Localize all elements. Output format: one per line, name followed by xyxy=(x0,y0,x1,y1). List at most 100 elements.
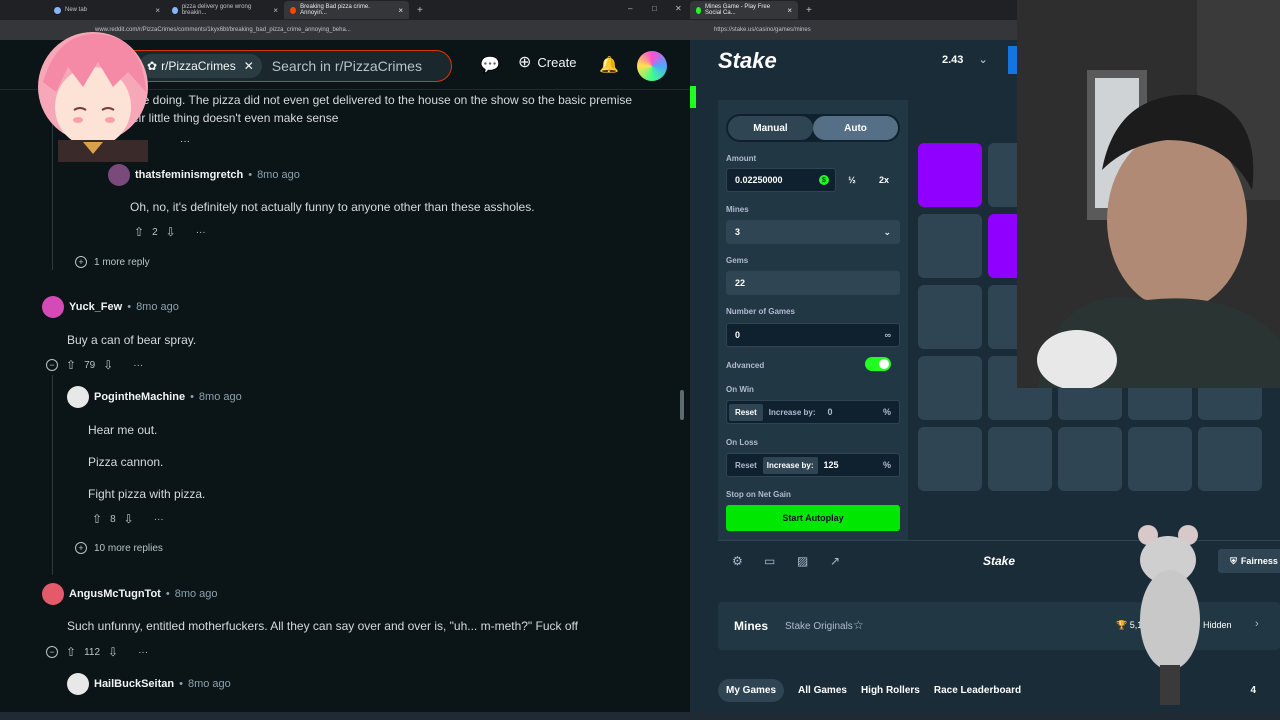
scrollbar-thumb[interactable] xyxy=(680,390,684,420)
reddit-favicon-icon xyxy=(290,6,297,14)
comment-author[interactable]: thatsfeminismgretch • 8mo ago xyxy=(108,164,300,186)
settings-icon[interactable]: ⚙ xyxy=(732,554,743,568)
upvote-icon[interactable]: ⇧ xyxy=(66,358,76,372)
tile[interactable] xyxy=(1058,427,1122,491)
on-loss-increase-button[interactable]: Increase by: xyxy=(762,456,818,474)
on-win-input[interactable]: 0 xyxy=(828,407,833,417)
popout-icon[interactable]: ↗ xyxy=(830,554,840,568)
game-subtitle[interactable]: Stake Originals xyxy=(785,621,853,632)
star-icon[interactable]: ☆ xyxy=(853,618,864,632)
new-tab-icon[interactable]: + xyxy=(417,5,423,16)
advanced-toggle[interactable] xyxy=(865,357,891,371)
stake-logo[interactable]: Stake xyxy=(718,48,777,74)
close-icon[interactable]: × xyxy=(779,6,792,15)
theatre-mode-icon[interactable]: ▭ xyxy=(764,554,775,568)
balance-display[interactable]: 2.43 ⌄ xyxy=(942,53,988,66)
minimize-icon[interactable]: – xyxy=(628,4,632,13)
downvote-icon[interactable]: ⇩ xyxy=(108,645,118,659)
upvote-icon[interactable]: ⇧ xyxy=(134,225,144,239)
new-tab-icon[interactable]: + xyxy=(806,5,812,16)
tab-all-games[interactable]: All Games xyxy=(798,685,847,696)
close-icon[interactable]: × xyxy=(390,6,403,15)
avatar xyxy=(42,583,64,605)
more-replies-link[interactable]: + 10 more replies xyxy=(75,542,163,554)
tile[interactable] xyxy=(918,285,982,349)
chevron-right-icon[interactable]: › xyxy=(1255,618,1259,630)
on-win-increase-button[interactable]: Increase by: xyxy=(769,408,816,417)
avatar xyxy=(42,296,64,318)
tab-high-rollers[interactable]: High Rollers xyxy=(861,685,920,696)
on-loss-row: Reset Increase by: 125 % xyxy=(726,453,900,477)
mode-toggle: Manual Auto xyxy=(726,114,900,142)
reddit-window: New tab × pizza delivery gone wrong break… xyxy=(0,0,690,712)
chat-icon[interactable]: 💬 xyxy=(480,56,500,76)
mines-select[interactable]: 3 ⌄ xyxy=(726,220,900,244)
close-icon[interactable]: × xyxy=(147,6,160,15)
comment-author[interactable]: PogintheMachine • 8mo ago xyxy=(67,386,242,408)
tile[interactable] xyxy=(1198,427,1262,491)
tab-pizza-delivery[interactable]: pizza delivery gone wrong breakin... × xyxy=(166,1,284,19)
comment-author[interactable]: HailBuckSeitan • 8mo ago xyxy=(67,673,231,695)
comment-author[interactable]: Yuck_Few • 8mo ago xyxy=(42,296,179,318)
tile[interactable] xyxy=(918,356,982,420)
tile[interactable] xyxy=(918,427,982,491)
expand-icon: + xyxy=(75,542,87,554)
shield-icon: ⛨ xyxy=(1230,555,1237,566)
amount-input[interactable]: 0.02250000 $ xyxy=(726,168,836,192)
on-loss-reset-button[interactable]: Reset xyxy=(729,457,763,474)
tile[interactable] xyxy=(988,427,1052,491)
percent-icon: % xyxy=(882,407,891,417)
close-icon[interactable]: ✕ xyxy=(244,59,254,73)
collapse-icon[interactable]: − xyxy=(46,646,58,658)
half-button[interactable]: ½ xyxy=(836,168,868,192)
downvote-icon[interactable]: ⇩ xyxy=(103,358,113,372)
user-avatar[interactable] xyxy=(637,51,667,81)
stake-favicon-icon xyxy=(696,6,702,14)
more-options-icon[interactable]: ··· xyxy=(138,647,148,658)
tab-manual[interactable]: Manual xyxy=(728,116,813,140)
more-options-icon[interactable]: ··· xyxy=(180,136,190,147)
tile-gem[interactable] xyxy=(918,143,982,207)
vote-bar: − ⇧ 79 ⇩ ··· xyxy=(46,358,143,372)
taskbar xyxy=(0,712,1280,720)
more-replies-link[interactable]: + 1 more reply xyxy=(75,256,150,268)
comment-author[interactable]: AngusMcTugnTot • 8mo ago xyxy=(42,583,218,605)
number-of-games-input[interactable]: 0 ∞ xyxy=(726,323,900,347)
percent-icon: % xyxy=(882,460,891,470)
on-loss-input[interactable]: 125 xyxy=(824,460,839,470)
stats-chart-icon[interactable]: ▨ xyxy=(797,554,808,568)
collapse-icon[interactable]: − xyxy=(46,359,58,371)
tile[interactable] xyxy=(918,214,982,278)
tab-breaking-bad[interactable]: Breaking Bad pizza crime. Annoyin... × xyxy=(284,1,409,19)
vote-bar: ⇧ 8 ⇩ ··· xyxy=(92,512,164,526)
gems-field: 22 xyxy=(726,271,900,295)
thread-line xyxy=(52,375,53,575)
maximize-icon[interactable]: □ xyxy=(652,4,657,13)
game-title: Mines xyxy=(734,619,769,633)
scrollbar[interactable] xyxy=(680,90,686,690)
amount-label: Amount xyxy=(726,154,757,163)
downvote-icon[interactable]: ⇩ xyxy=(124,512,134,526)
notification-bell-icon[interactable]: 🔔 xyxy=(599,56,619,76)
fairness-button[interactable]: ⛨ Fairness xyxy=(1218,549,1280,573)
tab-mines-game[interactable]: Mines Game - Play Free Social Ca... × xyxy=(690,1,798,19)
comment-text: Such unfunny, entitled motherfuckers. Al… xyxy=(67,619,578,633)
more-options-icon[interactable]: ··· xyxy=(133,360,143,371)
tab-new-tab[interactable]: New tab × xyxy=(48,1,166,19)
stop-on-net-gain-label: Stop on Net Gain xyxy=(726,490,791,499)
on-win-reset-button[interactable]: Reset xyxy=(729,403,763,421)
upvote-icon[interactable]: ⇧ xyxy=(92,512,102,526)
tab-race-leaderboard[interactable]: Race Leaderboard xyxy=(934,685,1021,696)
downvote-icon[interactable]: ⇩ xyxy=(166,225,176,239)
more-options-icon[interactable]: ··· xyxy=(196,227,206,238)
window-close-icon[interactable]: ✕ xyxy=(675,4,682,13)
close-icon[interactable]: × xyxy=(265,6,278,15)
tile[interactable] xyxy=(1128,427,1192,491)
double-button[interactable]: 2x xyxy=(868,168,900,192)
more-options-icon[interactable]: ··· xyxy=(154,514,164,525)
tab-auto[interactable]: Auto xyxy=(813,116,898,140)
upvote-icon[interactable]: ⇧ xyxy=(66,645,76,659)
create-button[interactable]: ⊕ Create xyxy=(518,52,576,72)
tab-my-games[interactable]: My Games xyxy=(718,678,785,702)
start-autoplay-button[interactable]: Start Autoplay xyxy=(726,505,900,531)
